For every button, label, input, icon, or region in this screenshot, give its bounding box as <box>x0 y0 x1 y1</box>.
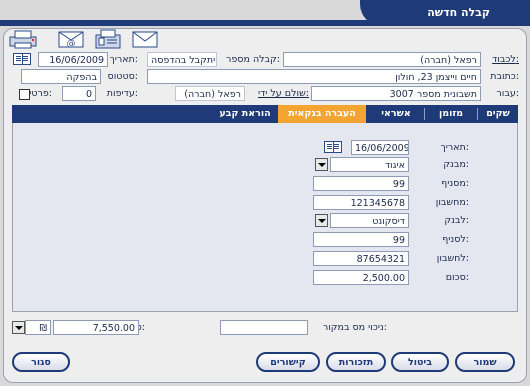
chevron-down-icon[interactable] <box>315 158 328 171</box>
receipt-number-field: יתקבל בהדפסה <box>147 52 217 67</box>
from-account-field[interactable]: 121345678 <box>313 195 409 210</box>
address-field[interactable]: חיים וייצמן 23, חולון <box>147 69 481 84</box>
paid-by-field: רפאל (חברה) <box>175 86 245 101</box>
subject-field[interactable]: תשבונית מספר 3007 <box>311 86 481 101</box>
from-account-label: מחשבון: <box>435 197 469 208</box>
reminders-button[interactable]: תזכורות <box>326 352 386 372</box>
priority-field[interactable]: 0 <box>62 86 96 101</box>
amount-label: סכום: <box>445 272 469 283</box>
withholding-label: ניכוי מס במקור: <box>322 322 387 333</box>
status-field: בהפקה <box>21 69 101 84</box>
to-branch-field[interactable]: 99 <box>313 232 409 247</box>
tab-cash[interactable]: מזומן <box>425 105 477 123</box>
tab-standing-order[interactable]: הוראת קבע <box>214 105 276 123</box>
svg-text:@: @ <box>67 39 76 49</box>
title-bar: קבלה חדשה <box>360 0 530 26</box>
from-bank-select[interactable]: איגוד <box>330 157 409 172</box>
currency-select[interactable]: ₪ <box>25 320 51 335</box>
to-bank-select[interactable]: דיסקונט <box>330 213 409 228</box>
total-field: 7,550.00 <box>53 320 139 335</box>
tab-divider <box>424 108 425 120</box>
receipt-window: קבלה חדשה @ לכבוד: רפאל (חברה) קבלה מספר… <box>0 0 530 386</box>
to-account-field[interactable]: 87654321 <box>313 251 409 266</box>
email-at-icon[interactable]: @ <box>56 28 86 50</box>
to-field[interactable]: רפאל (חברה) <box>283 52 481 67</box>
chevron-down-icon[interactable] <box>315 214 328 227</box>
to-label[interactable]: לכבוד: <box>492 54 519 65</box>
tab-cheques[interactable]: שקים <box>478 105 518 123</box>
tab-divider <box>477 108 478 120</box>
close-button[interactable]: סגור <box>12 352 70 372</box>
from-branch-field[interactable]: 99 <box>313 176 409 191</box>
transfer-date-label: תאריך: <box>440 142 469 153</box>
amount-field[interactable]: 2,500.00 <box>313 270 409 285</box>
status-label: סטטוס: <box>107 71 138 82</box>
tab-bank-transfer[interactable]: העברה בנקאית <box>278 105 366 123</box>
fax-icon[interactable] <box>93 28 123 50</box>
date-field[interactable]: 16/06/2009 <box>38 52 108 67</box>
window-title: קבלה חדשה <box>427 6 490 19</box>
from-branch-label: מסניף: <box>441 178 469 189</box>
address-label: כתובת: <box>490 71 519 82</box>
email-icon[interactable] <box>130 28 160 50</box>
transfer-date-field[interactable]: 16/06/2009 <box>351 140 409 155</box>
to-bank-label: לבנק: <box>444 215 469 226</box>
calendar-icon[interactable] <box>324 141 342 153</box>
links-button[interactable]: קישורים <box>256 352 320 372</box>
printer-icon[interactable] <box>8 28 40 50</box>
to-branch-label: לסניף: <box>442 234 469 245</box>
private-label: פרטי: <box>29 88 52 99</box>
private-checkbox[interactable] <box>19 89 30 100</box>
from-bank-label: מבנק: <box>443 159 469 170</box>
chevron-down-icon[interactable] <box>12 321 25 334</box>
payment-tabs: שקים מזומן אשראי העברה בנקאית הוראת קבע <box>12 105 518 123</box>
priority-label: עדיפות: <box>106 88 138 99</box>
date-label: תאריך: <box>109 54 138 65</box>
receipt-number-label: קבלה מספר: <box>226 54 280 65</box>
calendar-icon[interactable] <box>13 53 31 65</box>
tab-credit[interactable]: אשראי <box>368 105 424 123</box>
paid-by-label[interactable]: שולם על ידי: <box>258 88 309 99</box>
cancel-button[interactable]: ביטול <box>391 352 449 372</box>
to-account-label: לחשבון: <box>436 253 469 264</box>
withholding-field[interactable] <box>220 320 308 335</box>
subject-label: עבור: <box>496 88 519 99</box>
save-button[interactable]: שמור <box>455 352 515 372</box>
